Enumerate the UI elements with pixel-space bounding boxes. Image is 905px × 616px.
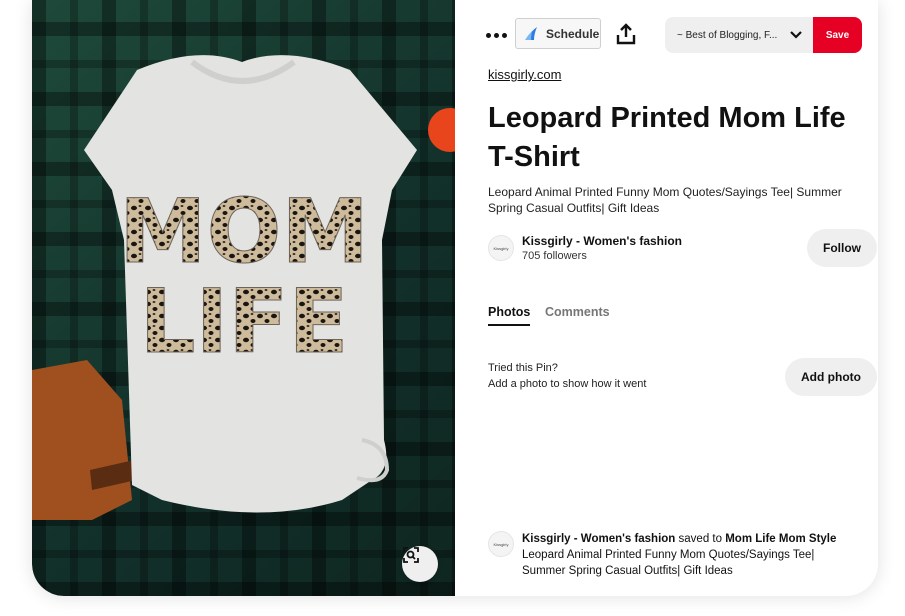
- image-text-mom: MOM: [119, 180, 369, 283]
- tab-photos[interactable]: Photos: [488, 305, 531, 326]
- activity-description: Leopard Animal Printed Funny Mom Quotes/…: [522, 549, 815, 577]
- follow-button[interactable]: Follow: [807, 229, 877, 267]
- more-horizontal-icon: [485, 32, 491, 38]
- pin-description: Leopard Animal Printed Funny Mom Quotes/…: [488, 185, 842, 215]
- share-upload-icon: [616, 23, 636, 45]
- pin-image[interactable]: MOM LIFE: [32, 0, 455, 596]
- activity-user[interactable]: Kissgirly - Women's fashion: [522, 533, 675, 545]
- activity-board[interactable]: Mom Life Mom Style: [725, 533, 836, 545]
- lens-icon: [403, 547, 419, 563]
- creator-name[interactable]: Kissgirly - Women's fashion: [522, 234, 682, 248]
- creator-info: Kissgirly Kissgirly - Women's fashion 70…: [488, 233, 848, 269]
- pin-title: Leopard Printed Mom Life T-Shirt: [488, 102, 846, 173]
- creator-avatar[interactable]: Kissgirly: [488, 235, 514, 261]
- source-link[interactable]: kissgirly.com: [488, 67, 561, 82]
- tried-pin-prompt: Tried this Pin? Add a photo to show how …: [488, 360, 646, 392]
- activity-avatar[interactable]: Kissgirly: [488, 531, 514, 557]
- share-button[interactable]: [615, 22, 637, 46]
- tried-pin-question: Tried this Pin?: [488, 362, 558, 374]
- board-select[interactable]: ~ Best of Blogging, F...: [665, 17, 815, 53]
- image-text-life: LIFE: [139, 270, 348, 373]
- board-select-value: ~ Best of Blogging, F...: [677, 29, 778, 41]
- more-dot: [501, 32, 507, 38]
- more-options-button[interactable]: [483, 22, 509, 48]
- schedule-button[interactable]: Schedule: [515, 18, 601, 49]
- activity-text: Kissgirly - Women's fashion saved to Mom…: [522, 531, 852, 579]
- tried-pin-hint: Add a photo to show how it went: [488, 378, 647, 390]
- pin-details-panel: Schedule ~ Best of Blogging, F... Save k…: [455, 0, 878, 596]
- pin-toolbar: Schedule ~ Best of Blogging, F... Save: [455, 16, 878, 54]
- creator-followers: 705 followers: [522, 250, 587, 262]
- visual-search-button[interactable]: [402, 546, 438, 582]
- activity-verb: saved to: [675, 533, 726, 545]
- schedule-logo-icon: [525, 26, 537, 40]
- chevron-down-icon: [790, 31, 802, 39]
- more-dot: [493, 32, 499, 38]
- save-button[interactable]: Save: [813, 17, 862, 53]
- tshirt-illustration: MOM LIFE: [32, 55, 455, 520]
- add-photo-button[interactable]: Add photo: [785, 358, 877, 396]
- schedule-label: Schedule: [546, 26, 600, 41]
- pin-closeup-card: MOM LIFE Schedule ~ Best of Blogging, F.…: [32, 0, 878, 596]
- tab-comments[interactable]: Comments: [545, 305, 610, 319]
